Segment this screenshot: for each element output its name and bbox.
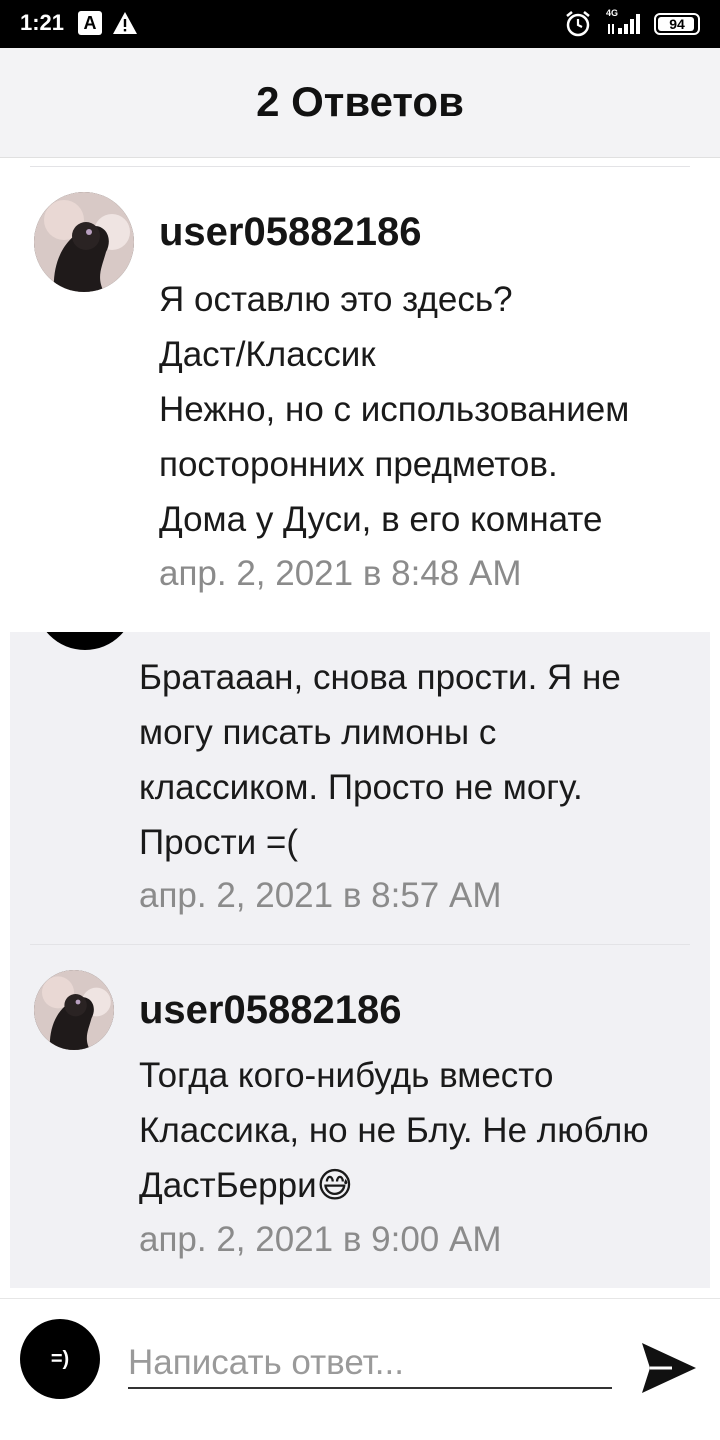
header: 2 Ответов — [0, 48, 720, 158]
reply-input[interactable] — [128, 1339, 612, 1389]
signal-icon — [608, 14, 640, 34]
divider — [30, 166, 690, 167]
clipped-header — [10, 632, 710, 652]
username[interactable]: user05882186 — [139, 988, 401, 1033]
username[interactable]: user05882186 — [159, 210, 421, 255]
app-notification-icon: A — [78, 11, 102, 35]
avatar[interactable] — [35, 632, 135, 650]
comment-text: Тогда кого-нибудь вместо Классика, но не… — [139, 1056, 649, 1205]
avatar[interactable] — [34, 192, 134, 292]
avatar-image — [34, 970, 114, 1050]
alarm-icon — [566, 11, 590, 37]
avatar[interactable] — [34, 970, 114, 1050]
battery-icon: 94 — [654, 13, 700, 35]
comment-text: Братааан, снова прости. Я не могу писать… — [139, 658, 621, 862]
reply-composer: =) — [0, 1298, 720, 1440]
battery-level: 94 — [669, 16, 685, 32]
comment-text: Я оставлю это здесь? Даст/Классик Нежно,… — [159, 280, 630, 539]
warning-icon — [113, 12, 137, 34]
timestamp: апр. 2, 2021 в 9:00 AM — [139, 1220, 502, 1259]
timestamp: апр. 2, 2021 в 8:48 AM — [159, 554, 522, 593]
status-time: 1:21 — [20, 10, 65, 35]
timestamp: апр. 2, 2021 в 8:57 AM — [139, 876, 502, 915]
avatar-image — [34, 192, 134, 292]
divider — [30, 944, 690, 945]
status-bar: 1:21 A 4G 94 — [0, 0, 720, 48]
page-title: 2 Ответов — [256, 78, 464, 125]
send-icon[interactable] — [638, 1339, 700, 1397]
current-user-avatar[interactable]: =) — [20, 1319, 100, 1399]
